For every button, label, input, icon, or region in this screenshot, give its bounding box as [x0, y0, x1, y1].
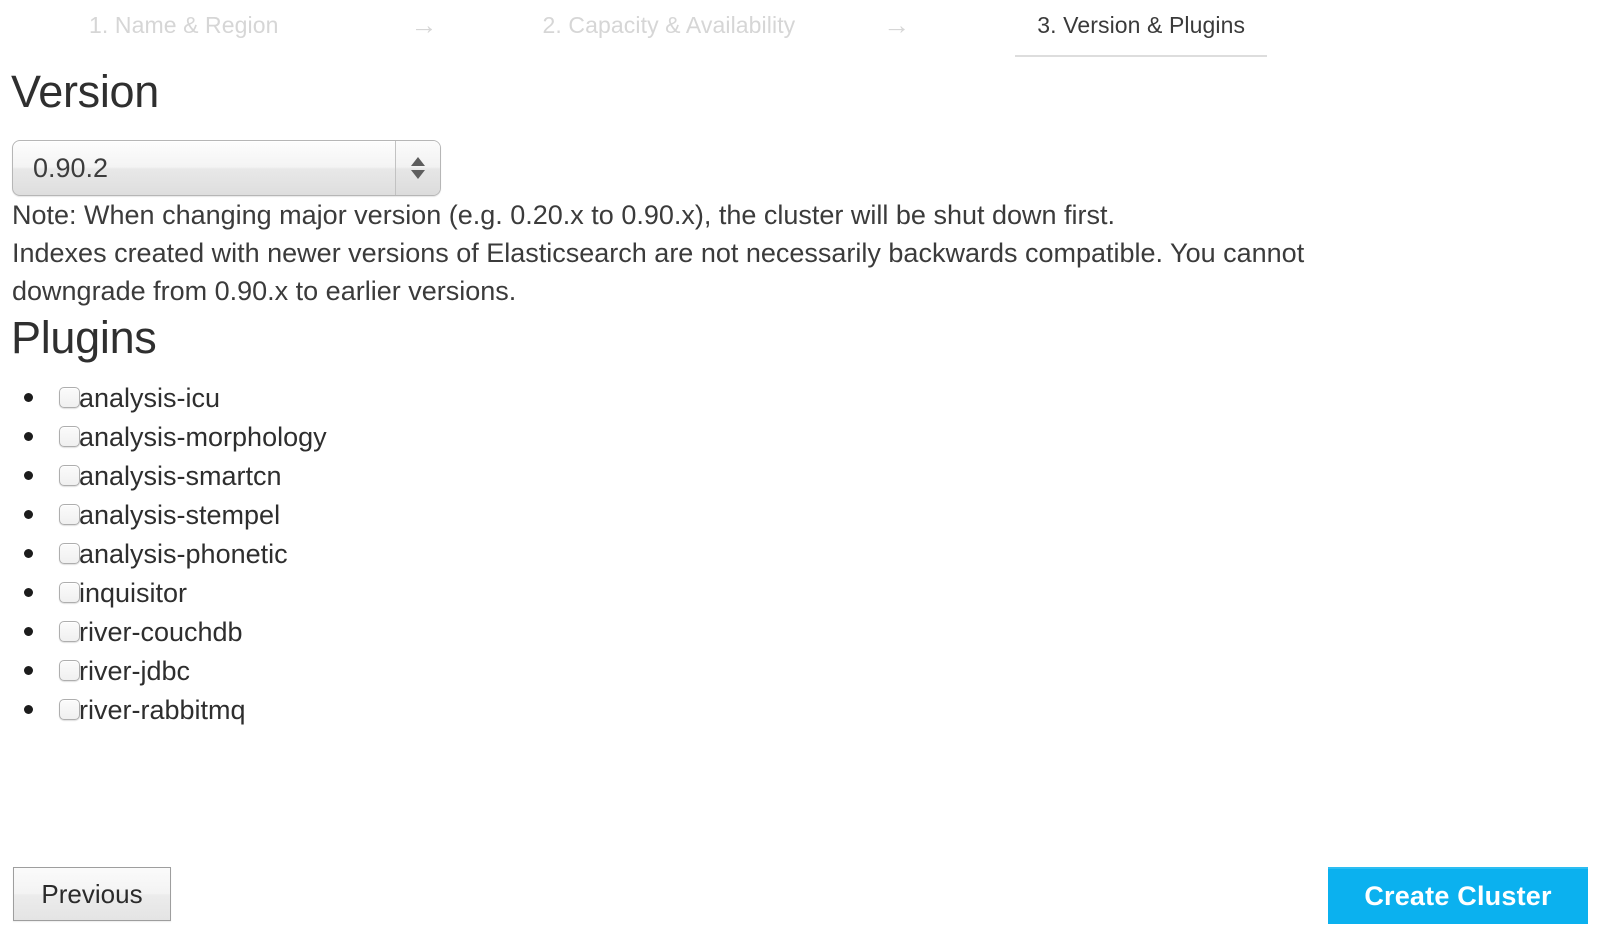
plugin-checkbox[interactable] [59, 582, 80, 603]
arrow-right-icon-1: → [410, 10, 438, 40]
plugin-label: analysis-icu [79, 382, 221, 413]
bullet-icon [24, 627, 33, 636]
wizard-footer: Previous Create Cluster [0, 856, 1602, 942]
plugin-checkbox[interactable] [59, 465, 80, 486]
chevron-up-icon [411, 157, 425, 166]
plugin-checkbox[interactable] [59, 543, 80, 564]
plugin-label: analysis-phonetic [79, 538, 288, 569]
plugin-checkbox[interactable] [59, 621, 80, 642]
bullet-icon [24, 471, 33, 480]
wizard-step-version-plugins[interactable]: 3. Version & Plugins [1015, 12, 1268, 57]
plugin-list-item[interactable]: river-jdbc [0, 651, 1602, 690]
bullet-icon [24, 510, 33, 519]
plugin-label: inquisitor [79, 577, 188, 608]
plugin-list-item[interactable]: analysis-phonetic [0, 534, 1602, 573]
plugin-checkbox[interactable] [59, 699, 80, 720]
version-note-compatibility: Indexes created with newer versions of E… [12, 238, 1305, 306]
arrow-right-icon-2: → [883, 10, 911, 40]
wizard-step-header: 1. Name & Region → 2. Capacity & Availab… [0, 0, 1602, 64]
plugin-list: analysis-icu analysis-morphology analysis-… [0, 378, 1602, 729]
plugin-list-item[interactable]: analysis-morphology [0, 417, 1602, 456]
plugin-label: analysis-morphology [79, 421, 327, 452]
version-select[interactable]: 0.90.2 [12, 140, 441, 196]
plugin-list-item[interactable]: river-couchdb [0, 612, 1602, 651]
plugin-checkbox[interactable] [59, 504, 80, 525]
wizard-step-capacity-availability[interactable]: 2. Capacity & Availability [543, 12, 796, 55]
plugin-label: river-jdbc [79, 655, 191, 686]
plugin-list-item[interactable]: river-rabbitmq [0, 690, 1602, 729]
plugin-list-item[interactable]: inquisitor [0, 573, 1602, 612]
version-note-major-change: Note: When changing major version (e.g. … [12, 200, 1116, 230]
bullet-icon [24, 393, 33, 402]
bullet-icon [24, 705, 33, 714]
plugin-label: analysis-stempel [79, 499, 281, 530]
version-heading: Version [11, 66, 159, 117]
plugin-label: river-couchdb [79, 616, 243, 647]
bullet-icon [24, 432, 33, 441]
select-stepper-arrows[interactable] [395, 141, 440, 195]
plugin-checkbox[interactable] [59, 426, 80, 447]
plugin-label: analysis-smartcn [79, 460, 282, 491]
chevron-down-icon [411, 170, 425, 179]
bullet-icon [24, 588, 33, 597]
version-select-value: 0.90.2 [33, 153, 109, 183]
plugin-list-item[interactable]: analysis-smartcn [0, 456, 1602, 495]
bullet-icon [24, 666, 33, 675]
previous-button[interactable]: Previous [13, 867, 171, 921]
plugin-label: river-rabbitmq [79, 694, 246, 725]
plugins-heading: Plugins [11, 312, 157, 363]
wizard-step-name-region[interactable]: 1. Name & Region [89, 12, 279, 55]
plugin-checkbox[interactable] [59, 660, 80, 681]
plugin-list-item[interactable]: analysis-stempel [0, 495, 1602, 534]
create-cluster-button[interactable]: Create Cluster [1328, 867, 1588, 924]
plugin-list-item[interactable]: analysis-icu [0, 378, 1602, 417]
bullet-icon [24, 549, 33, 558]
plugin-checkbox[interactable] [59, 387, 80, 408]
